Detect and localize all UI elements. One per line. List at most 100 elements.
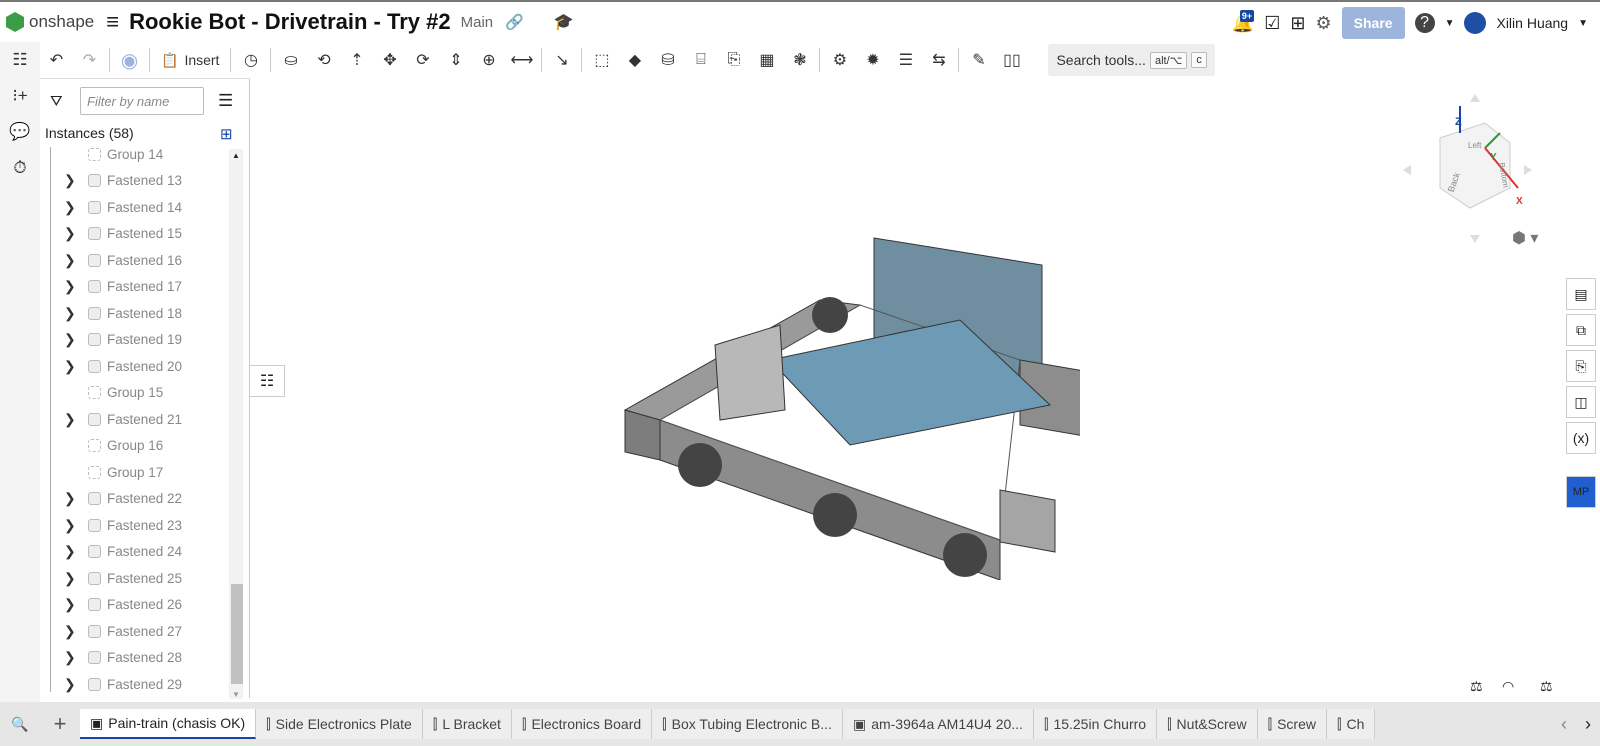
help-icon[interactable]: ? xyxy=(1414,13,1435,33)
parallel-mate-icon[interactable]: ⟷ xyxy=(505,45,538,75)
variables-icon[interactable]: (x) xyxy=(1566,422,1596,454)
tree-item[interactable]: ❯ Fastened 18 xyxy=(40,300,228,326)
tangent-mate-icon[interactable]: ↘ xyxy=(545,45,578,75)
view-options-cube-icon[interactable]: ⬢ ▾ xyxy=(1512,228,1538,248)
app-store-icon[interactable]: ⊞ xyxy=(1290,13,1305,34)
tree-item[interactable]: Group 16 xyxy=(40,433,228,459)
user-avatar[interactable] xyxy=(1464,12,1487,34)
redo-icon[interactable]: ↷ xyxy=(73,45,106,75)
tree-item[interactable]: ❯ Fastened 14 xyxy=(40,194,228,220)
tree-item[interactable]: ❯ Fastened 28 xyxy=(40,645,228,671)
tree-item[interactable]: ❯ Fastened 13 xyxy=(40,168,228,194)
regenerate-icon[interactable]: ◉ xyxy=(113,45,146,75)
comments-icon[interactable]: 💬 xyxy=(0,114,40,150)
expand-chevron-icon[interactable]: ❯ xyxy=(64,252,76,269)
section-view-icon[interactable]: ◠ xyxy=(1502,678,1514,695)
undo-icon[interactable]: ↶ xyxy=(40,45,73,75)
planar-mate-icon[interactable]: ✥ xyxy=(373,45,406,75)
appearance-icon[interactable]: ⧉ xyxy=(1566,314,1596,346)
replicate-icon[interactable]: ◆ xyxy=(618,45,651,75)
expand-chevron-icon[interactable]: ❯ xyxy=(64,172,76,189)
list-view-icon[interactable]: ☰ xyxy=(218,91,233,111)
branch-label[interactable]: Main xyxy=(461,14,494,31)
tab[interactable]: ⫿ Side Electronics Plate xyxy=(256,709,423,739)
tree-item[interactable]: ❯ Fastened 27 xyxy=(40,618,228,644)
expand-chevron-icon[interactable]: ❯ xyxy=(64,570,76,587)
feature-list-icon[interactable]: ☷ xyxy=(0,42,40,78)
rename-icon[interactable]: ✎ xyxy=(962,45,995,75)
expand-chevron-icon[interactable]: ❯ xyxy=(64,596,76,613)
share-button[interactable]: Share xyxy=(1341,7,1405,39)
new-folder-icon[interactable]: ⊞ xyxy=(220,125,233,143)
pattern-icon[interactable]: ⛁ xyxy=(651,45,684,75)
frame-icon[interactable]: ☰ xyxy=(889,45,922,75)
feature-list-toggle-icon[interactable]: ☷ xyxy=(250,365,285,397)
screw-relation-icon[interactable]: ❃ xyxy=(783,45,816,75)
gears-icon[interactable]: ⚙ xyxy=(823,45,856,75)
tab[interactable]: ⫿ Nut&Screw xyxy=(1157,709,1258,739)
group-icon[interactable]: ⬚ xyxy=(585,45,618,75)
face-left[interactable]: Left xyxy=(1468,141,1482,150)
expand-chevron-icon[interactable]: ❯ xyxy=(64,199,76,216)
ball-mate-icon[interactable]: ⊕ xyxy=(472,45,505,75)
tab[interactable]: ⫿ 15.25in Churro xyxy=(1033,709,1158,739)
tree-item[interactable]: ❯ Fastened 15 xyxy=(40,221,228,247)
3d-model-viewport[interactable] xyxy=(600,230,1080,580)
revolute-mate-icon[interactable]: ⟲ xyxy=(307,45,340,75)
tree-item[interactable]: ❯ Fastened 20 xyxy=(40,353,228,379)
scrollbar-thumb[interactable] xyxy=(231,584,243,684)
gear-relation-icon[interactable]: ⎘ xyxy=(717,45,750,75)
view-cube[interactable]: Z Y X Left Back Bottom xyxy=(1400,88,1535,248)
tree-item[interactable]: ❯ Fastened 19 xyxy=(40,327,228,353)
tree-item[interactable]: ❯ Fastened 25 xyxy=(40,565,228,591)
tab[interactable]: ▣ Pain-train (chasis OK) xyxy=(80,709,257,739)
expand-chevron-icon[interactable]: ❯ xyxy=(64,649,76,666)
fastened-mate-icon[interactable]: ⛀ xyxy=(274,45,307,75)
tree-item[interactable]: Group 17 xyxy=(40,459,228,485)
filter-input[interactable]: Filter by name xyxy=(80,87,204,115)
expand-chevron-icon[interactable]: ❯ xyxy=(64,623,76,640)
expand-chevron-icon[interactable]: ❯ xyxy=(64,305,76,322)
mate-values-icon[interactable]: ◫ xyxy=(1566,386,1596,418)
filter-icon[interactable]: ⛛ xyxy=(50,93,63,110)
user-dropdown-icon[interactable]: ▼ xyxy=(1578,18,1588,29)
tree-item[interactable]: ❯ Fastened 17 xyxy=(40,274,228,300)
mate-connector-icon[interactable]: ◷ xyxy=(234,45,267,75)
tree-item[interactable]: Group 15 xyxy=(40,380,228,406)
tabs-scroll-left-icon[interactable]: ‹ xyxy=(1552,714,1576,735)
gear-icon[interactable]: ✹ xyxy=(856,45,889,75)
tasks-icon[interactable]: ☑ xyxy=(1264,13,1280,34)
tree-item[interactable]: ❯ Fastened 21 xyxy=(40,406,228,432)
help-dropdown-icon[interactable]: ▼ xyxy=(1445,18,1455,29)
tree-item[interactable]: ❯ Fastened 16 xyxy=(40,247,228,273)
expand-chevron-icon[interactable]: ❯ xyxy=(64,490,76,507)
slider-mate-icon[interactable]: ⇡ xyxy=(340,45,373,75)
mass-properties-icon[interactable]: MP xyxy=(1566,476,1596,508)
expand-chevron-icon[interactable]: ❯ xyxy=(64,676,76,693)
tree-item[interactable]: ❯ Fastened 26 xyxy=(40,592,228,618)
hamburger-menu-icon[interactable]: ≡ xyxy=(106,9,119,35)
tab[interactable]: ⫿ Electronics Board xyxy=(511,709,653,739)
pin-slot-mate-icon[interactable]: ⇕ xyxy=(439,45,472,75)
tree-item[interactable]: ❯ Fastened 23 xyxy=(40,512,228,538)
rack-pinion-icon[interactable]: ▦ xyxy=(750,45,783,75)
expand-chevron-icon[interactable]: ❯ xyxy=(64,543,76,560)
document-title[interactable]: Rookie Bot - Drivetrain - Try #2 xyxy=(129,9,451,35)
link-icon[interactable]: 🔗 xyxy=(505,13,524,31)
history-timer-icon[interactable]: ⏱ xyxy=(0,150,40,186)
user-name[interactable]: Xilin Huang xyxy=(1496,15,1568,31)
expand-chevron-icon[interactable]: ❯ xyxy=(64,358,76,375)
add-tab-button[interactable]: + xyxy=(40,711,80,737)
onshape-logo[interactable]: onshape xyxy=(6,12,94,32)
insert-button[interactable]: 📋 Insert xyxy=(153,52,227,69)
expand-chevron-icon[interactable]: ❯ xyxy=(64,278,76,295)
expand-chevron-icon[interactable]: ❯ xyxy=(64,331,76,348)
search-tools[interactable]: Search tools... alt/⌥ c xyxy=(1048,44,1215,76)
expand-chevron-icon[interactable]: ❯ xyxy=(64,517,76,534)
learning-center-icon[interactable]: 🎓 xyxy=(554,12,574,32)
expand-chevron-icon[interactable]: ❯ xyxy=(64,411,76,428)
tree-item[interactable]: ❯ Fastened 29 xyxy=(40,671,228,697)
mate-connector-list-icon[interactable]: ⁝+ xyxy=(0,78,40,114)
bom-icon[interactable]: ▯▯ xyxy=(995,45,1028,75)
search-tabs-icon[interactable]: 🔍 xyxy=(0,716,40,733)
